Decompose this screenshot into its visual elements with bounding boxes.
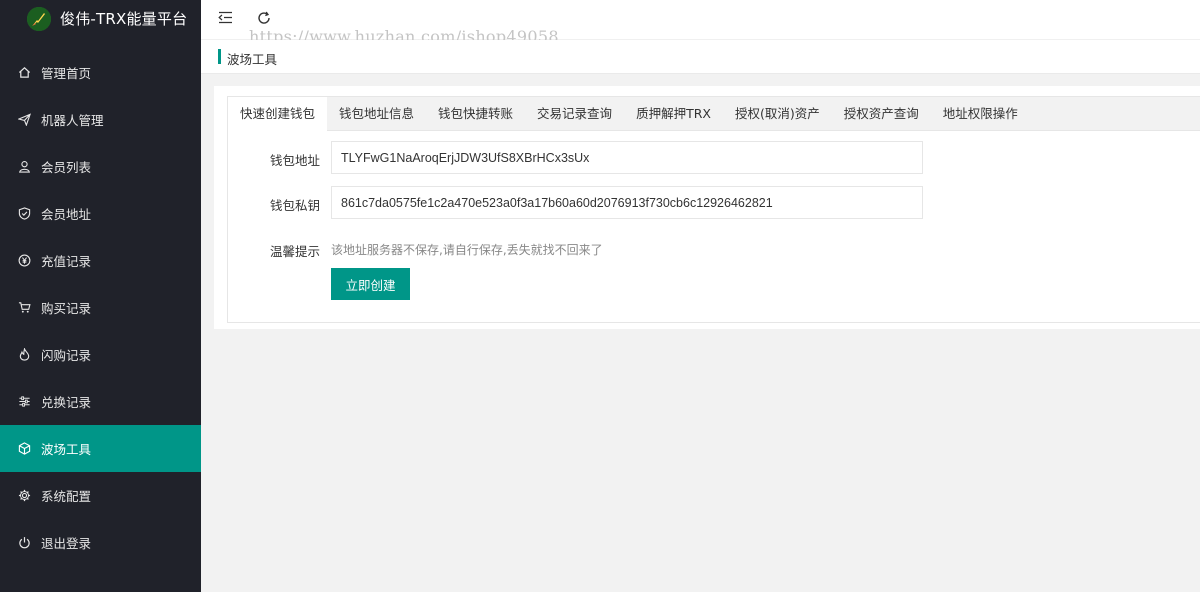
sidebar-item-label: 会员列表 — [41, 160, 92, 175]
create-now-button[interactable]: 立即创建 — [331, 268, 410, 300]
tools-card: 快速创建钱包 钱包地址信息 钱包快捷转账 交易记录查询 质押解押TRX 授权(取… — [214, 86, 1200, 329]
sidebar-item-label: 机器人管理 — [41, 113, 104, 128]
tip-text: 该地址服务器不保存,请自行保存,丢失就找不回来了 — [331, 243, 603, 257]
sidebar-item-exchange[interactable]: 兑换记录 — [0, 378, 201, 425]
rocket-logo-icon — [27, 6, 51, 31]
breadcrumb-current: 波场工具 — [227, 52, 278, 67]
tab-address-permissions[interactable]: 地址权限操作 — [931, 97, 1030, 131]
sidebar-item-label: 系统配置 — [41, 489, 92, 504]
cart-icon — [17, 301, 31, 315]
logo[interactable]: 俊伟-TRX能量平台 — [0, 0, 201, 37]
sidebar-menu: 管理首页 机器人管理 会员列表 会员地址 充值记录 购买记录 闪购记录 兑换记录… — [0, 49, 201, 566]
tab-authorize-assets[interactable]: 授权(取消)资产 — [723, 97, 832, 131]
sidebar-item-logout[interactable]: 退出登录 — [0, 519, 201, 566]
tab-quick-transfer[interactable]: 钱包快捷转账 — [426, 97, 525, 131]
breadcrumb-marker — [218, 49, 221, 64]
sidebar-item-member-address[interactable]: 会员地址 — [0, 190, 201, 237]
address-label: 钱包地址 — [269, 153, 320, 168]
sidebar-item-label: 会员地址 — [41, 207, 92, 222]
tab-container: 快速创建钱包 钱包地址信息 钱包快捷转账 交易记录查询 质押解押TRX 授权(取… — [227, 96, 1200, 323]
gear-icon — [17, 489, 31, 503]
refresh-button[interactable] — [255, 10, 273, 28]
sidebar-item-settings[interactable]: 系统配置 — [0, 472, 201, 519]
sidebar-item-home[interactable]: 管理首页 — [0, 49, 201, 96]
tab-stake-unstake[interactable]: 质押解押TRX — [624, 97, 723, 131]
shield-check-icon — [17, 207, 31, 221]
user-icon — [17, 160, 31, 174]
app-title: 俊伟-TRX能量平台 — [60, 10, 188, 28]
tab-authorized-assets-query[interactable]: 授权资产查询 — [832, 97, 931, 131]
wallet-address-input[interactable] — [331, 141, 923, 174]
tip-row: 温馨提示 该地址服务器不保存,请自行保存,丢失就找不回来了 — [228, 232, 1200, 265]
address-row: 钱包地址 — [228, 141, 1200, 174]
tab-wallet-info[interactable]: 钱包地址信息 — [327, 97, 426, 131]
sidebar-item-label: 兑换记录 — [41, 395, 92, 410]
sidebar-item-label: 退出登录 — [41, 536, 92, 551]
sidebar-item-tron-tools[interactable]: 波场工具 — [0, 425, 201, 472]
tab-bar: 快速创建钱包 钱包地址信息 钱包快捷转账 交易记录查询 质押解押TRX 授权(取… — [228, 97, 1200, 132]
private-key-row: 钱包私钥 — [228, 186, 1200, 219]
private-key-label: 钱包私钥 — [269, 198, 320, 213]
sidebar: 俊伟-TRX能量平台 管理首页 机器人管理 会员列表 会员地址 充值记录 购买记… — [0, 0, 201, 592]
sidebar-item-flash-sale[interactable]: 闪购记录 — [0, 331, 201, 378]
private-key-input[interactable] — [331, 186, 923, 219]
sidebar-item-recharge[interactable]: 充值记录 — [0, 237, 201, 284]
breadcrumb: 波场工具 — [201, 40, 1200, 74]
cube-icon — [17, 442, 31, 456]
sidebar-item-label: 管理首页 — [41, 66, 92, 81]
yen-icon — [17, 254, 31, 268]
sidebar-item-label: 购买记录 — [41, 301, 92, 316]
tab-transaction-query[interactable]: 交易记录查询 — [525, 97, 624, 131]
indent-icon — [217, 11, 233, 27]
flame-icon — [17, 348, 31, 362]
refresh-icon — [257, 11, 271, 28]
sidebar-item-purchases[interactable]: 购买记录 — [0, 284, 201, 331]
sidebar-item-members[interactable]: 会员列表 — [0, 143, 201, 190]
sidebar-item-label: 充值记录 — [41, 254, 92, 269]
sidebar-item-label: 闪购记录 — [41, 348, 92, 363]
sidebar-item-robots[interactable]: 机器人管理 — [0, 96, 201, 143]
tip-label: 温馨提示 — [269, 244, 320, 259]
home-icon — [17, 66, 31, 80]
paper-plane-icon — [17, 113, 31, 127]
sidebar-item-label: 波场工具 — [41, 442, 92, 457]
power-icon — [17, 536, 31, 550]
menu-toggle-button[interactable] — [216, 10, 234, 28]
sliders-icon — [17, 395, 31, 409]
tab-create-wallet[interactable]: 快速创建钱包 — [228, 97, 328, 132]
